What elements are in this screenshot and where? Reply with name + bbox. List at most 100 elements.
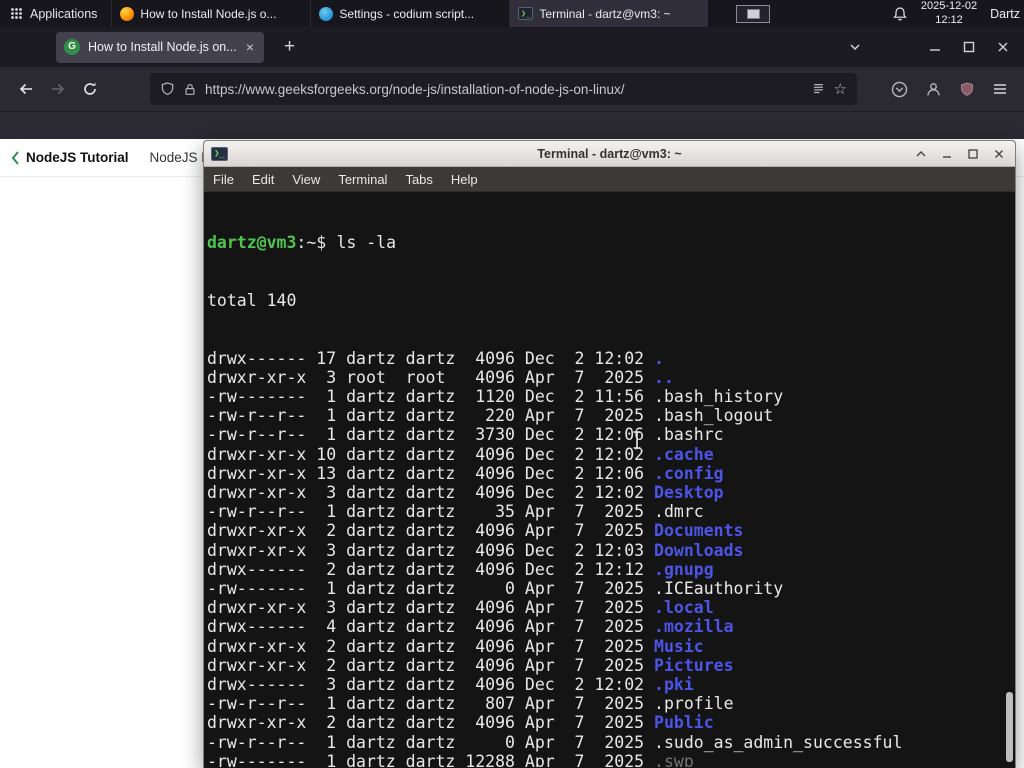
clock-time: 12:12 [935, 13, 963, 26]
minimize-button[interactable] [938, 145, 956, 163]
workspace-cell[interactable] [736, 4, 771, 23]
ls-meta: -rw-r--r-- 1 dartz dartz 3730 Dec 2 12:0… [207, 425, 655, 445]
ls-row: drwx------ 2 dartz dartz 4096 Dec 2 12:1… [207, 560, 1015, 579]
ls-meta: drwxr-xr-x 13 dartz dartz 4096 Dec 2 12:… [207, 463, 655, 483]
ls-row: drwxr-xr-x 2 dartz dartz 4096 Apr 7 2025… [207, 713, 1015, 732]
clock[interactable]: 2025-12-02 12:12 [921, 0, 977, 26]
window-close-button[interactable] [994, 38, 1012, 56]
gfg-favicon: G [64, 39, 80, 55]
ls-dir-name: Desktop [654, 483, 724, 503]
ls-meta: drwxr-xr-x 3 root root 4096 Apr 7 2025 [207, 367, 655, 387]
user-label[interactable]: Dartz [990, 7, 1020, 21]
ls-meta: -rw-r--r-- 1 dartz dartz 807 Apr 7 2025 [207, 694, 655, 714]
taskbar-item-browser[interactable]: How to Install Node.js o... [111, 0, 310, 27]
pocket-icon[interactable] [891, 81, 908, 98]
terminal-window-buttons [912, 145, 1008, 163]
ls-dir-name: .gnupg [654, 559, 714, 579]
ls-meta: drwx------ 17 dartz dartz 4096 Dec 2 12:… [207, 348, 655, 368]
new-tab-button[interactable]: + [278, 36, 301, 58]
window-minimize-button[interactable] [926, 38, 944, 56]
ls-row: -rw-r--r-- 1 dartz dartz 807 Apr 7 2025 … [207, 694, 1015, 713]
menu-view[interactable]: View [283, 172, 329, 187]
ls-row: drwx------ 3 dartz dartz 4096 Dec 2 12:0… [207, 675, 1015, 694]
ls-meta: drwxr-xr-x 2 dartz dartz 4096 Apr 7 2025 [207, 636, 655, 656]
ls-row: -rw------- 1 dartz dartz 12288 Apr 7 202… [207, 752, 1015, 767]
taskbar-item-codium[interactable]: Settings - codium script... [310, 0, 509, 27]
ls-row: drwxr-xr-x 13 dartz dartz 4096 Dec 2 12:… [207, 464, 1015, 483]
extension-shield-icon[interactable] [959, 81, 975, 98]
toolbar-right-icons [885, 81, 1014, 98]
taskbar-label: Settings - codium script... [339, 6, 475, 21]
codium-icon [319, 6, 334, 21]
ls-row: -rw------- 1 dartz dartz 1120 Dec 2 11:5… [207, 387, 1015, 406]
reader-mode-icon[interactable] [811, 82, 826, 96]
list-tabs-chevron-icon[interactable] [848, 40, 862, 54]
back-button[interactable] [10, 74, 42, 104]
prompt-user-host: dartz@vm3 [207, 233, 297, 253]
shade-button[interactable] [912, 145, 930, 163]
workspace-switcher[interactable] [736, 0, 771, 27]
ls-meta: -rw------- 1 dartz dartz 12288 Apr 7 202… [207, 751, 655, 767]
ls-dir-name: .mozilla [654, 617, 734, 637]
ls-file-name: .profile [654, 694, 734, 714]
panel-status-area: 2025-12-02 12:12 Dartz [892, 0, 1024, 27]
browser-tab[interactable]: G How to Install Node.js on... × [56, 31, 264, 63]
ibeam-mouse-cursor [633, 431, 641, 449]
padlock-icon[interactable] [183, 82, 197, 97]
ls-meta: drwx------ 3 dartz dartz 4096 Dec 2 12:0… [207, 675, 655, 695]
desktop: Applications How to Install Node.js o...… [0, 0, 1024, 768]
ls-meta: drwx------ 2 dartz dartz 4096 Dec 2 12:1… [207, 559, 655, 579]
ls-meta: -rw-r--r-- 1 dartz dartz 0 Apr 7 2025 [207, 732, 655, 752]
window-maximize-button[interactable] [960, 38, 978, 56]
ls-file-name: .ICEauthority [654, 579, 784, 599]
address-bar[interactable]: https://www.geeksforgeeks.org/node-js/in… [150, 73, 857, 105]
terminal-titlebar[interactable]: ❯_ Terminal - dartz@vm3: ~ [204, 141, 1015, 167]
terminal-icon: ❯_ [518, 7, 534, 20]
url-text[interactable]: https://www.geeksforgeeks.org/node-js/in… [205, 82, 803, 97]
menu-hamburger-icon[interactable] [992, 82, 1008, 96]
tracking-protection-shield-icon[interactable] [160, 81, 175, 97]
ls-row: -rw-r--r-- 1 dartz dartz 35 Apr 7 2025 .… [207, 502, 1015, 521]
notifications-bell-icon[interactable] [892, 6, 908, 22]
taskbar-item-terminal[interactable]: ❯_ Terminal - dartz@vm3: ~ [509, 0, 709, 27]
terminal-scrollbar-thumb[interactable] [1006, 692, 1013, 762]
ls-row: drwx------ 4 dartz dartz 4096 Apr 7 2025… [207, 617, 1015, 636]
ls-dir-name: Pictures [654, 655, 734, 675]
ls-dir-name: .pki [654, 675, 694, 695]
clock-date: 2025-12-02 [920, 0, 978, 13]
ls-row: drwxr-xr-x 3 dartz dartz 4096 Apr 7 2025… [207, 598, 1015, 617]
close-button[interactable] [990, 145, 1008, 163]
subnav-prev-chevron-icon[interactable] [10, 150, 20, 166]
menu-file[interactable]: File [204, 172, 243, 187]
terminal-title: Terminal - dartz@vm3: ~ [537, 146, 682, 161]
menu-terminal[interactable]: Terminal [329, 172, 396, 187]
menu-tabs[interactable]: Tabs [396, 172, 441, 187]
total-line: total 140 [207, 291, 297, 311]
prompt-suffix: :~$ [296, 233, 327, 253]
ls-meta: drwxr-xr-x 3 dartz dartz 4096 Apr 7 2025 [207, 598, 655, 618]
ls-meta: drwxr-xr-x 2 dartz dartz 4096 Apr 7 2025 [207, 521, 655, 541]
forward-button[interactable] [42, 74, 74, 104]
ls-row: drwxr-xr-x 2 dartz dartz 4096 Apr 7 2025… [207, 656, 1015, 675]
subnav-link-tutorial[interactable]: NodeJS Tutorial [26, 150, 129, 165]
applications-grid-icon [11, 8, 22, 19]
account-icon[interactable] [925, 81, 942, 98]
ls-row: -rw------- 1 dartz dartz 0 Apr 7 2025 .I… [207, 579, 1015, 598]
ls-row: drwxr-xr-x 2 dartz dartz 4096 Apr 7 2025… [207, 637, 1015, 656]
ls-row: -rw-r--r-- 1 dartz dartz 220 Apr 7 2025 … [207, 406, 1015, 425]
applications-menu[interactable]: Applications [0, 0, 111, 27]
ls-row: drwxr-xr-x 10 dartz dartz 4096 Dec 2 12:… [207, 445, 1015, 464]
maximize-button[interactable] [964, 145, 982, 163]
ls-row: drwxr-xr-x 3 dartz dartz 4096 Dec 2 12:0… [207, 541, 1015, 560]
menu-edit[interactable]: Edit [243, 172, 283, 187]
ls-file-name: .swp [654, 751, 694, 767]
terminal-output[interactable]: dartz@vm3:~$ ls -la total 140 drwx------ … [204, 192, 1015, 767]
terminal-listing: drwx------ 17 dartz dartz 4096 Dec 2 12:… [207, 349, 1015, 767]
tab-close-icon[interactable]: × [244, 39, 256, 55]
ls-file-name: .bashrc [654, 425, 724, 445]
reload-button[interactable] [74, 74, 106, 104]
ls-file-name: .sudo_as_admin_successful [654, 732, 903, 752]
bookmark-star-icon[interactable]: ☆ [834, 80, 847, 98]
menu-help[interactable]: Help [442, 172, 487, 187]
tab-bar: G How to Install Node.js on... × + [0, 27, 1024, 67]
